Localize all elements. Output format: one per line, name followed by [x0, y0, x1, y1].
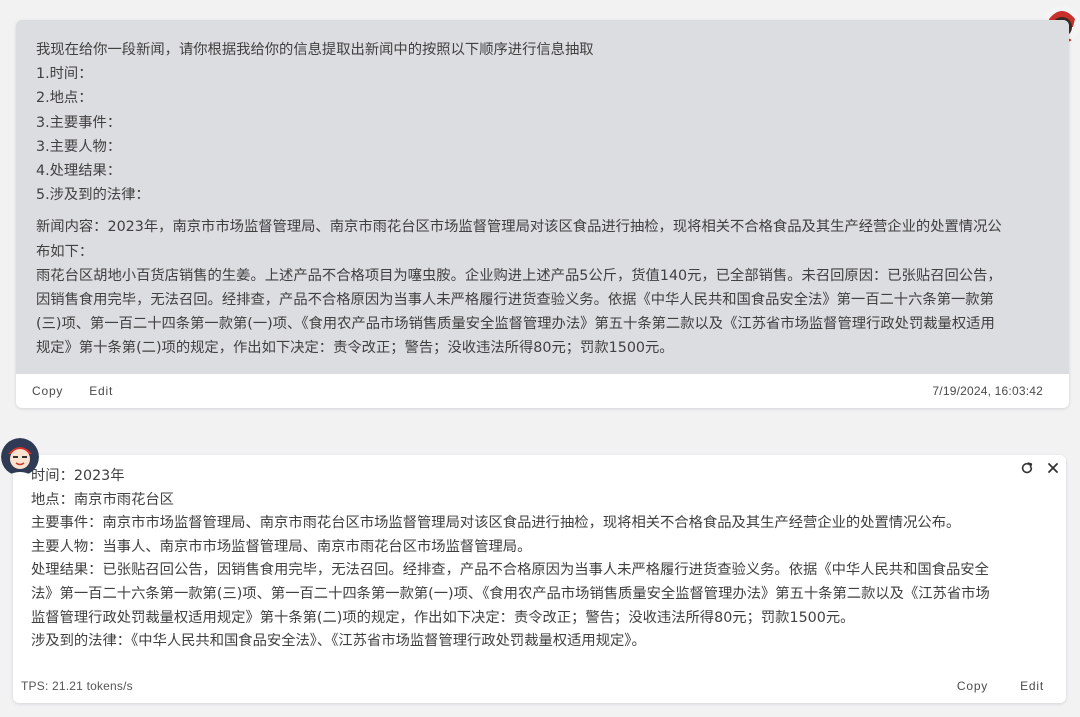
prompt-line: 3.主要人物：	[36, 138, 122, 155]
user-message-card: 我现在给你一段新闻，请你根据我给你的信息提取出新闻中的按照以下顺序进行信息抽取 …	[16, 20, 1069, 408]
assistant-message-card: 时间：2023年 地点：南京市雨花台区 主要事件：南京市市场监督管理局、南京市雨…	[13, 455, 1066, 703]
prompt-line: 我现在给你一段新闻，请你根据我给你的信息提取出新闻中的按照以下顺序进行信息抽取	[36, 42, 594, 58]
user-message-footer: Copy Edit 7/19/2024, 16:03:42	[16, 374, 1069, 408]
answer-line: 监督管理行政处罚裁量权适用规定》第十条第(二)项的规定，作出如下决定：责令改正；…	[31, 609, 855, 626]
message-timestamp: 7/19/2024, 16:03:42	[932, 384, 1043, 398]
edit-button[interactable]: Edit	[1020, 679, 1044, 693]
news-line: 规定》第十条第(二)项的规定，作出如下决定：责令改正；警告；没收违法所得80元；…	[36, 340, 674, 357]
bot-avatar	[1, 438, 39, 476]
answer-line: 涉及到的法律：《中华人民共和国食品安全法》、《江苏省市场监督管理行政处罚裁量权适…	[31, 633, 646, 650]
answer-line: 主要事件：南京市市场监督管理局、南京市雨花台区市场监督管理局对该区食品进行抽检，…	[31, 515, 961, 532]
tps-readout: TPS: 21.21 tokens/s	[21, 679, 133, 693]
prompt-line: 4.处理结果：	[36, 163, 122, 180]
news-line: 雨花台区胡地小百货店销售的生姜。上述产品不合格项目为噻虫胺。企业购进上述产品5公…	[36, 267, 1002, 284]
assistant-message-footer: TPS: 21.21 tokens/s Copy Edit	[13, 669, 1066, 703]
edit-button[interactable]: Edit	[89, 384, 113, 398]
news-content: 新闻内容：2023年，南京市市场监督管理局、南京市雨花台区市场监督管理局对该区食…	[36, 215, 1049, 360]
news-line: 新闻内容：2023年，南京市市场监督管理局、南京市雨花台区市场监督管理局对该区食…	[36, 219, 1002, 236]
answer-line: 地点：南京市雨花台区	[31, 491, 174, 508]
news-line: (三)项、第一百二十四条第一款第(一)项、《食用农产品市场销售质量安全监督管理办…	[36, 316, 995, 333]
close-icon[interactable]	[1044, 459, 1062, 477]
prompt-line: 2.地点：	[36, 90, 93, 107]
news-line: 因销售食用完毕，无法召回。经排查，产品不合格原因为当事人未严格履行进货查验义务。…	[36, 292, 994, 309]
answer-line: 时间：2023年	[31, 468, 125, 484]
prompt-line: 3.主要事件：	[36, 114, 122, 131]
answer-line: 法》第一百二十六条第一款第(三)项、第一百二十四条第一款第(一)项、《食用农产品…	[31, 585, 990, 602]
assistant-message-body: 时间：2023年 地点：南京市雨花台区 主要事件：南京市市场监督管理局、南京市雨…	[13, 455, 1066, 654]
prompt-line: 1.时间：	[36, 66, 93, 83]
copy-button[interactable]: Copy	[957, 679, 988, 693]
prompt-line: 5.涉及到的法律：	[36, 187, 150, 204]
answer-line: 处理结果：已张贴召回公告，因销售食用完毕，无法召回。经排查，产品不合格原因为当事…	[31, 562, 989, 579]
answer-line: 主要人物：当事人、南京市市场监督管理局、南京市雨花台区市场监督管理局。	[31, 538, 532, 555]
copy-button[interactable]: Copy	[32, 384, 63, 398]
assistant-message-actions	[1018, 459, 1062, 477]
user-message-body: 我现在给你一段新闻，请你根据我给你的信息提取出新闻中的按照以下顺序进行信息抽取 …	[16, 20, 1069, 374]
news-line: 布如下：	[36, 243, 94, 260]
refresh-icon[interactable]	[1018, 459, 1036, 477]
